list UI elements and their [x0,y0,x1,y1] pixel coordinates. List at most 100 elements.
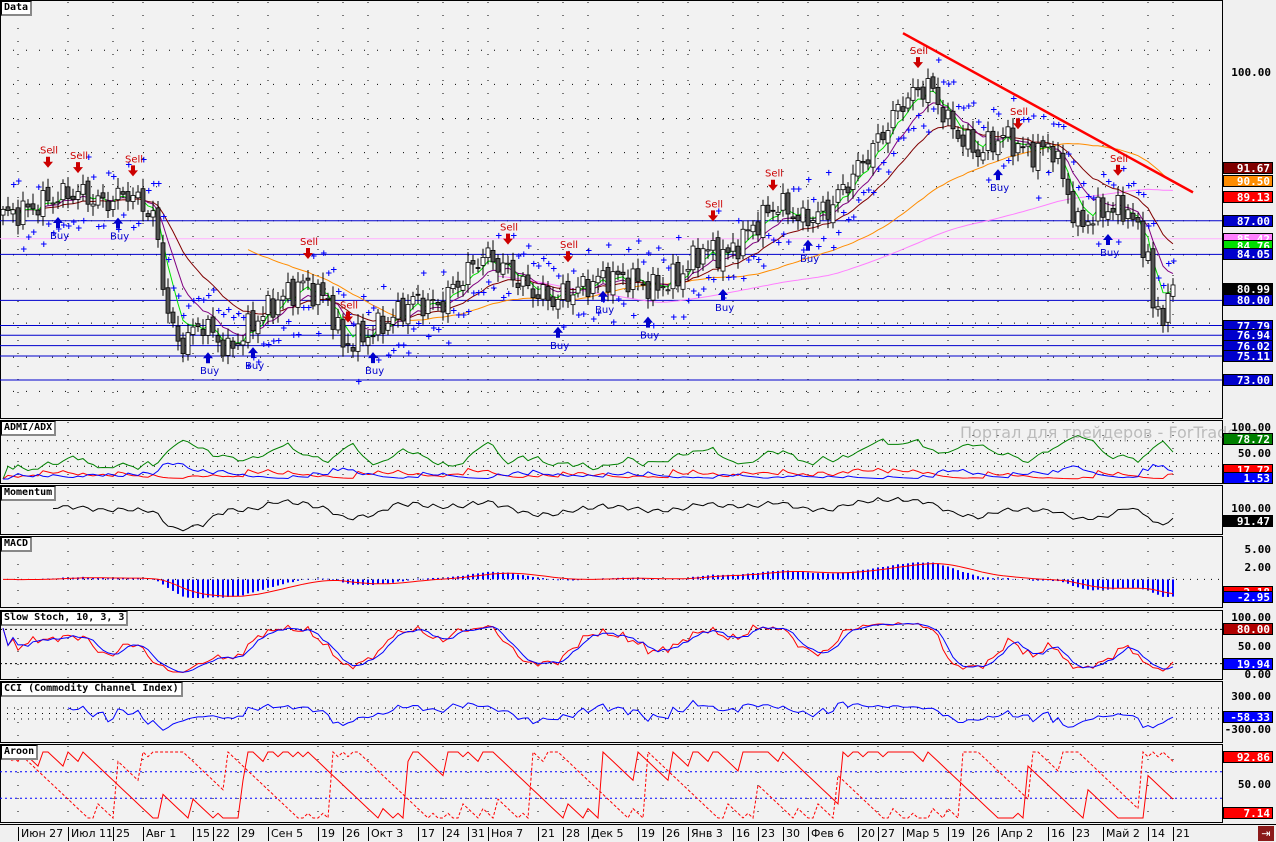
candle-body [175,325,181,342]
sar-dot: + [795,185,803,195]
candle-body [195,323,201,328]
sar-dot: + [685,297,693,307]
candle-body [840,184,846,191]
axis-tag-momentum: 91.47 [1223,515,1273,528]
candle-body [730,242,736,252]
candle-body [1125,209,1131,219]
date-label: 16 [733,827,750,841]
candle-body [115,187,121,201]
axis-tag-cci: -300.00 [1224,722,1271,736]
candle-body [800,207,806,223]
sell-signal-label: Sell [500,223,518,234]
candle-body [10,209,16,215]
sar-dot: + [165,256,173,266]
candle-body [170,311,176,324]
sar-dot: + [910,125,918,135]
sar-dot: + [980,124,988,134]
date-label: 20 [858,827,875,841]
candle-body [100,192,106,199]
buy-signal-label: Buy [990,183,1009,194]
candle-body [1030,141,1036,168]
sell-signal-label: Sell [300,237,318,248]
candle-body [930,76,936,89]
candle-body [545,286,551,301]
axis-tag-cci: 300.00 [1231,690,1271,704]
sar-dot: + [240,314,248,324]
candle-body [455,280,461,288]
candle-body [1010,127,1016,157]
candle-body [25,203,31,208]
date-label: 16 [1048,827,1065,841]
candle-body [250,310,256,332]
candle-body [240,340,246,346]
candle-body [490,249,496,263]
sar-dot: + [820,234,828,244]
candle-body [905,97,911,109]
sar-dot: + [210,286,218,296]
sar-dot: + [30,228,38,238]
candle-body [675,261,681,287]
candle-body [65,186,71,200]
buy-signal-label: Buy [245,361,264,372]
sar-dot: + [1070,158,1078,168]
buy-signal-label: Buy [595,305,614,316]
candle-body [35,209,41,216]
watermark: Портал для трейдеров - ForTrader.ru [960,423,1265,442]
candle-body [510,259,516,281]
candle-body [480,257,486,266]
candle-body [495,258,501,273]
candle-body [540,284,546,300]
sell-signal-label: Sell [40,146,58,157]
candle-body [1160,307,1166,326]
candle-body [125,191,131,202]
candle-body [965,129,971,150]
sell-signal-label: Sell [560,240,578,251]
candle-body [585,279,591,297]
sar-dot: + [775,238,783,248]
candle-body [380,315,386,334]
sar-dot: + [665,264,673,274]
candle-body [910,87,916,101]
sar-dot: + [555,272,563,282]
sar-dot: + [680,313,688,323]
sar-dot: + [970,99,978,109]
candle-body [870,143,876,168]
axis-tag-adx: 50.00 [1237,446,1271,460]
candle-body [900,106,906,112]
candle-body [280,295,286,301]
candle-body [1100,197,1106,218]
sar-dot: + [655,244,663,254]
candle-body [290,278,296,306]
candle-body [660,286,666,289]
candle-body [435,301,441,306]
sar-dot: + [810,195,818,205]
candle-body [755,221,761,236]
date-label: 15 [193,827,210,841]
candle-body [40,190,46,217]
axis-tag-aroon: 7.14 [1223,807,1273,820]
candle-body [630,268,636,290]
date-label: 23 [1073,827,1090,841]
candle-body [950,110,956,130]
candle-body [85,180,91,205]
candle-body [450,283,456,289]
chart-canvas: ++++++++++++++++++++++++++++++++++++++++… [0,0,1276,825]
candle-body [20,200,26,226]
candle-body [230,340,236,349]
candle-body [470,260,476,265]
scroll-end-button[interactable]: ⇥ [1258,826,1274,841]
sar-dot: + [80,217,88,227]
candle-body [785,192,791,215]
sar-dot: + [440,268,448,278]
sar-dot: + [305,304,313,314]
candle-body [590,281,596,294]
candle-body [15,207,21,226]
sar-dot: + [675,233,683,243]
candle-body [185,332,191,355]
date-label: Фев 6 [808,827,844,841]
candle-body [500,262,506,275]
buy-signal-label: Buy [365,366,384,377]
date-label: 30 [783,827,800,841]
candle-body [845,186,851,194]
date-label: Июл 11 [68,827,113,841]
